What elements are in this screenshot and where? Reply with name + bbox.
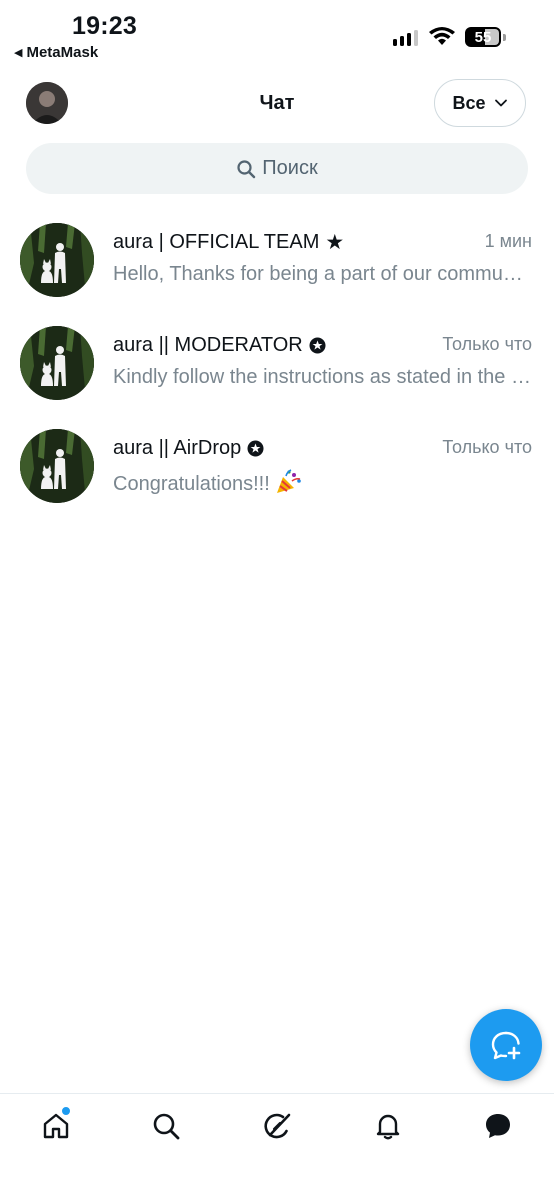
conversation-name: aura | OFFICIAL TEAM ★ [113,231,344,254]
conversation-time: Только что [442,334,532,354]
conversation-preview: Kindly follow the instructions as stated… [113,366,533,388]
messages-icon [486,1114,510,1138]
status-bar: 19:23 ◀ MetaMask 55 [0,0,554,68]
conversation-time: Только что [442,437,532,457]
verified-star-badge-icon [247,440,264,457]
filter-label: Все [452,92,486,113]
conversation-time: 1 мин [484,231,532,251]
notifications-icon [376,1114,400,1140]
home-notification-dot [61,1106,71,1116]
search-input[interactable]: Поиск [26,143,528,194]
conversation-name: aura || AirDrop [113,437,264,460]
conversation-name-text: aura || AirDrop [113,437,242,459]
conversation-avatar [20,326,94,400]
chevron-down-icon [494,99,507,107]
header: Чат Все [0,76,554,134]
back-arrow-icon: ◀ [14,47,23,59]
conversation-name-text: aura || MODERATOR [113,334,303,356]
conversation-avatar [20,223,94,297]
conversation-name: aura || MODERATOR [113,334,326,357]
battery-level: 55 [474,28,492,46]
cellular-signal-icon [393,28,418,46]
wifi-icon [429,27,455,45]
conversation-avatar [20,429,94,503]
status-time: 19:23 [72,12,137,40]
conversation-name-text: aura | OFFICIAL TEAM [113,231,320,253]
nav-grok[interactable] [259,1108,295,1144]
back-app-label: MetaMask [26,44,99,61]
verified-star-badge-icon [309,337,326,354]
nav-search[interactable] [148,1108,184,1144]
conversation-preview: Congratulations!!! [113,469,533,496]
nav-notifications[interactable] [370,1108,406,1144]
search-placeholder: Поиск [262,157,318,179]
search-icon [153,1113,180,1140]
conversation-item[interactable]: aura || MODERATOR Только что Kindly foll… [0,326,554,426]
nav-messages[interactable] [480,1108,516,1144]
back-to-app-link[interactable]: ◀ MetaMask [14,44,98,61]
battery-icon: 55 [465,27,501,47]
conversation-preview: Hello, Thanks for being a part of our co… [113,263,533,285]
conversation-item[interactable]: aura | OFFICIAL TEAM ★ 1 мин Hello, Than… [0,223,554,323]
bottom-nav [0,1093,554,1201]
conversation-item[interactable]: aura || AirDrop Только что Congratulatio… [0,429,554,529]
grok-icon [264,1113,291,1139]
search-icon [237,159,256,178]
new-message-icon [491,1031,521,1060]
new-message-button[interactable] [470,1009,542,1081]
party-popper-icon [276,469,301,493]
conversation-preview-text: Congratulations!!! [113,473,270,495]
star-icon: ★ [325,231,345,254]
filter-dropdown-button[interactable]: Все [434,79,526,127]
